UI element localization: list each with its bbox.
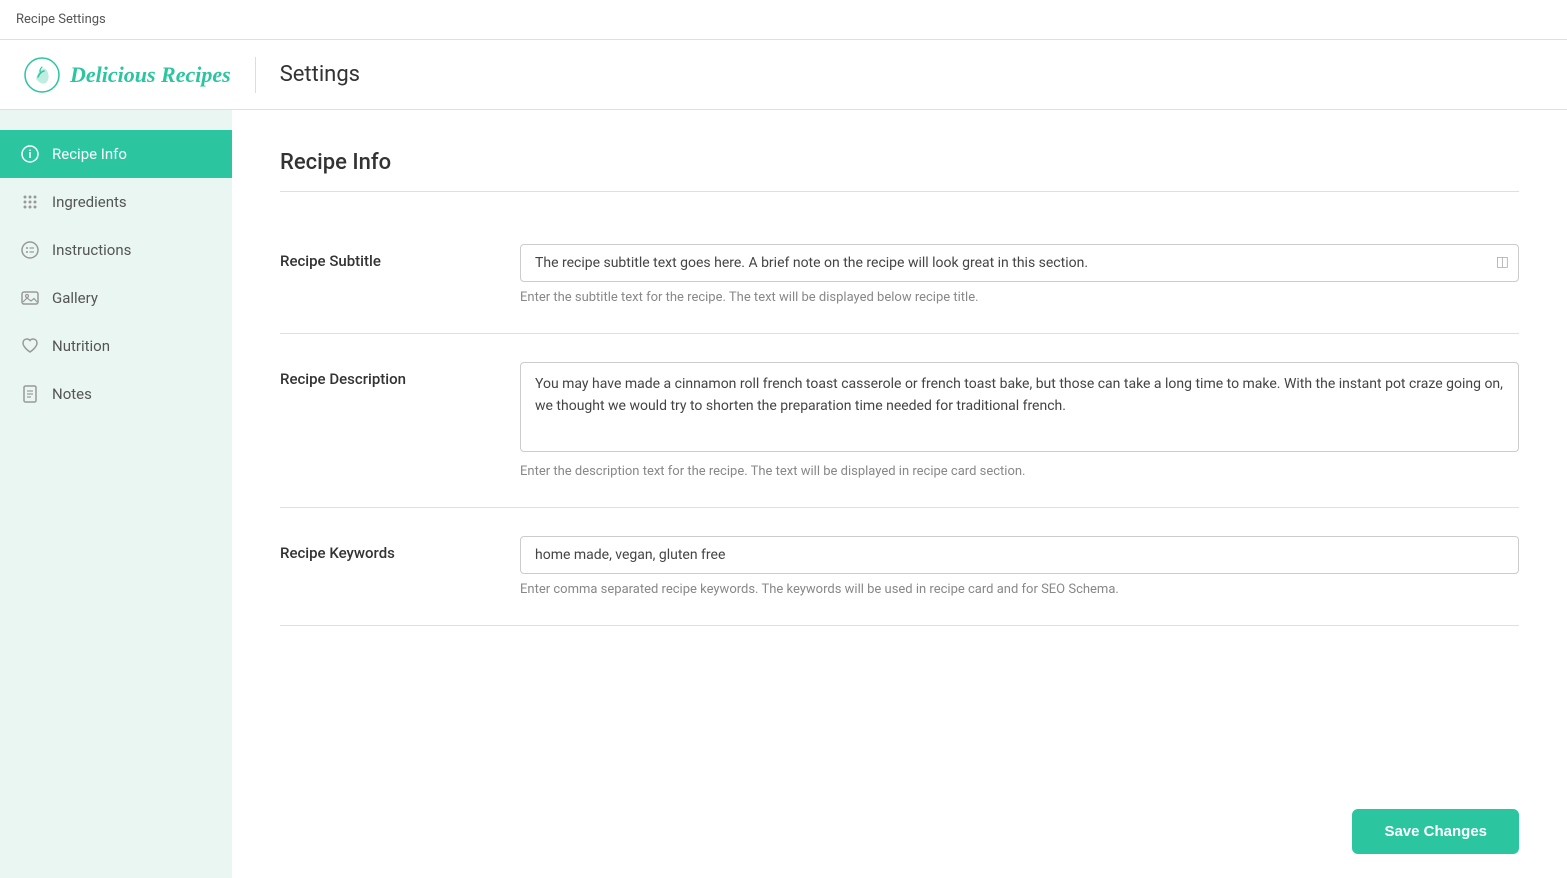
sidebar-item-nutrition-label: Nutrition — [52, 337, 110, 355]
sidebar-item-notes[interactable]: Notes — [0, 370, 232, 418]
main-area: Recipe Info Recipe Subtitle ◫ Enter the … — [232, 110, 1567, 878]
sidebar-item-instructions[interactable]: Instructions — [0, 226, 232, 274]
window-title: Recipe Settings — [16, 12, 106, 27]
sidebar-item-recipe-info[interactable]: i Recipe Info — [0, 130, 232, 178]
description-field: You may have made a cinnamon roll french… — [520, 362, 1519, 479]
form-row-description: Recipe Description You may have made a c… — [280, 334, 1519, 508]
sidebar-item-instructions-label: Instructions — [52, 241, 131, 259]
main-content: Recipe Info Recipe Subtitle ◫ Enter the … — [232, 110, 1567, 785]
form-row-keywords: Recipe Keywords Enter comma separated re… — [280, 508, 1519, 626]
dots-grid-icon — [20, 192, 40, 212]
keywords-input[interactable] — [520, 536, 1519, 574]
heart-icon — [20, 336, 40, 356]
sidebar: i Recipe Info Ingredients — [0, 110, 232, 878]
keywords-label: Recipe Keywords — [280, 536, 480, 562]
form-row-subtitle: Recipe Subtitle ◫ Enter the subtitle tex… — [280, 216, 1519, 334]
sidebar-item-recipe-info-label: Recipe Info — [52, 145, 127, 163]
subtitle-field: ◫ Enter the subtitle text for the recipe… — [520, 244, 1519, 305]
description-label: Recipe Description — [280, 362, 480, 388]
logo-icon — [24, 57, 60, 93]
circle-list-icon — [20, 240, 40, 260]
sidebar-item-nutrition[interactable]: Nutrition — [0, 322, 232, 370]
save-changes-button[interactable]: Save Changes — [1352, 809, 1519, 854]
text-icon: ◫ — [1496, 254, 1509, 270]
document-icon — [20, 384, 40, 404]
subtitle-input[interactable] — [520, 244, 1519, 282]
footer-bar: Save Changes — [232, 785, 1567, 878]
sidebar-item-ingredients-label: Ingredients — [52, 193, 127, 211]
header: Delicious Recipes Settings — [0, 40, 1567, 110]
sidebar-item-gallery[interactable]: Gallery — [0, 274, 232, 322]
header-section-label: Settings — [280, 62, 360, 87]
keywords-field: Enter comma separated recipe keywords. T… — [520, 536, 1519, 597]
top-bar: Recipe Settings — [0, 0, 1567, 40]
section-title: Recipe Info — [280, 150, 1519, 192]
image-icon — [20, 288, 40, 308]
subtitle-hint: Enter the subtitle text for the recipe. … — [520, 290, 1519, 305]
logo-area: Delicious Recipes — [24, 57, 231, 93]
sidebar-item-ingredients[interactable]: Ingredients — [0, 178, 232, 226]
svg-text:i: i — [29, 148, 32, 161]
sidebar-item-notes-label: Notes — [52, 385, 92, 403]
info-circle-icon: i — [20, 144, 40, 164]
layout: i Recipe Info Ingredients — [0, 110, 1567, 878]
description-hint: Enter the description text for the recip… — [520, 464, 1519, 479]
sidebar-item-gallery-label: Gallery — [52, 289, 98, 307]
subtitle-input-wrap: ◫ — [520, 244, 1519, 282]
header-divider — [255, 57, 256, 93]
logo-text: Delicious Recipes — [70, 62, 231, 88]
subtitle-label: Recipe Subtitle — [280, 244, 480, 270]
keywords-hint: Enter comma separated recipe keywords. T… — [520, 582, 1519, 597]
description-textarea[interactable]: You may have made a cinnamon roll french… — [520, 362, 1519, 452]
